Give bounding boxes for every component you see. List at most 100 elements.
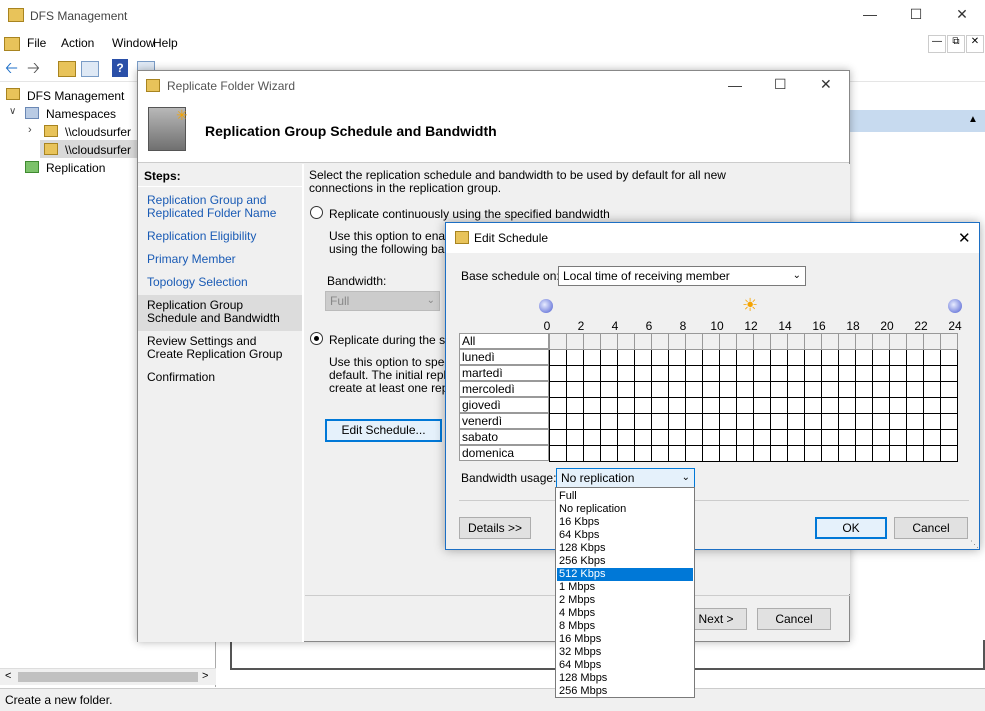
schedule-cell[interactable] bbox=[821, 445, 839, 462]
schedule-cell[interactable] bbox=[617, 349, 635, 366]
hour-column-button[interactable] bbox=[719, 333, 737, 350]
collapse-up-icon[interactable]: ▲ bbox=[968, 114, 978, 125]
schedule-cell[interactable] bbox=[855, 365, 873, 382]
schedule-cell[interactable] bbox=[549, 429, 567, 446]
hour-column-button[interactable] bbox=[821, 333, 839, 350]
bandwidth-option[interactable]: 64 Mbps bbox=[557, 659, 693, 672]
hour-column-button[interactable] bbox=[617, 333, 635, 350]
schedule-cell[interactable] bbox=[566, 397, 584, 414]
maximize-button[interactable]: ☐ bbox=[906, 6, 926, 23]
schedule-cell[interactable] bbox=[634, 349, 652, 366]
schedule-cell[interactable] bbox=[685, 397, 703, 414]
schedule-cell[interactable] bbox=[838, 349, 856, 366]
schedule-cell[interactable] bbox=[549, 349, 567, 366]
schedule-cell[interactable] bbox=[634, 381, 652, 398]
schedule-cell[interactable] bbox=[668, 365, 686, 382]
schedule-cell[interactable] bbox=[923, 413, 941, 430]
schedule-cell[interactable] bbox=[889, 349, 907, 366]
schedule-cell[interactable] bbox=[736, 349, 754, 366]
schedule-cell[interactable] bbox=[668, 381, 686, 398]
schedule-cell[interactable] bbox=[702, 381, 720, 398]
day-label[interactable]: sabato bbox=[459, 429, 549, 445]
schedule-cell[interactable] bbox=[617, 365, 635, 382]
schedule-cell[interactable] bbox=[651, 349, 669, 366]
schedule-cell[interactable] bbox=[889, 413, 907, 430]
schedule-cell[interactable] bbox=[940, 381, 958, 398]
schedule-cell[interactable] bbox=[889, 429, 907, 446]
schedule-cell[interactable] bbox=[719, 349, 737, 366]
schedule-cell[interactable] bbox=[889, 397, 907, 414]
edit-schedule-button[interactable]: Edit Schedule... bbox=[325, 419, 442, 442]
ok-button[interactable]: OK bbox=[815, 517, 887, 539]
schedule-cell[interactable] bbox=[566, 445, 584, 462]
schedule-cell[interactable] bbox=[804, 381, 822, 398]
schedule-cell[interactable] bbox=[923, 349, 941, 366]
schedule-cell[interactable] bbox=[702, 349, 720, 366]
help-icon[interactable]: ? bbox=[112, 59, 128, 77]
schedule-cell[interactable] bbox=[872, 365, 890, 382]
schedule-cell[interactable] bbox=[702, 429, 720, 446]
wizard-maximize-button[interactable]: ☐ bbox=[774, 76, 787, 93]
schedule-cell[interactable] bbox=[855, 429, 873, 446]
console-tree-icon[interactable] bbox=[81, 61, 99, 77]
schedule-cell[interactable] bbox=[702, 397, 720, 414]
schedule-cell[interactable] bbox=[838, 429, 856, 446]
bandwidth-option[interactable]: 256 Mbps bbox=[557, 685, 693, 698]
schedule-cell[interactable] bbox=[753, 429, 771, 446]
schedule-cell[interactable] bbox=[600, 365, 618, 382]
schedule-cell[interactable] bbox=[923, 445, 941, 462]
schedule-cell[interactable] bbox=[600, 381, 618, 398]
replicate-continuously-radio[interactable] bbox=[310, 206, 323, 219]
schedule-cell[interactable] bbox=[634, 429, 652, 446]
folder-up-icon[interactable] bbox=[58, 61, 76, 77]
step-topology-selection[interactable]: Topology Selection bbox=[147, 276, 248, 289]
schedule-cell[interactable] bbox=[634, 413, 652, 430]
hour-column-button[interactable] bbox=[889, 333, 907, 350]
resize-grip-icon[interactable]: ⋱ bbox=[970, 539, 979, 550]
schedule-cell[interactable] bbox=[634, 445, 652, 462]
schedule-cell[interactable] bbox=[668, 349, 686, 366]
schedule-cell[interactable] bbox=[736, 365, 754, 382]
schedule-cell[interactable] bbox=[940, 397, 958, 414]
schedule-cell[interactable] bbox=[770, 397, 788, 414]
forward-arrow-icon[interactable]: 🡢 bbox=[26, 59, 46, 79]
schedule-cell[interactable] bbox=[566, 381, 584, 398]
schedule-cell[interactable] bbox=[787, 429, 805, 446]
schedule-cell[interactable] bbox=[753, 381, 771, 398]
bandwidth-option[interactable]: 16 Kbps bbox=[557, 516, 693, 529]
hour-column-button[interactable] bbox=[838, 333, 856, 350]
schedule-cell[interactable] bbox=[770, 429, 788, 446]
mdi-restore-button[interactable]: ⧉ bbox=[947, 35, 965, 53]
schedule-cell[interactable] bbox=[549, 397, 567, 414]
wizard-close-button[interactable]: ✕ bbox=[820, 76, 832, 93]
schedule-cell[interactable] bbox=[855, 349, 873, 366]
hour-column-button[interactable] bbox=[855, 333, 873, 350]
day-label[interactable]: domenica bbox=[459, 445, 549, 461]
hour-column-button[interactable] bbox=[600, 333, 618, 350]
tree-namespace-2[interactable]: \\cloudsurfer bbox=[65, 143, 131, 157]
schedule-cell[interactable] bbox=[736, 397, 754, 414]
schedule-cell[interactable] bbox=[583, 397, 601, 414]
schedule-cell[interactable] bbox=[787, 445, 805, 462]
schedule-cell[interactable] bbox=[566, 413, 584, 430]
bandwidth-option[interactable]: 1 Mbps bbox=[557, 581, 693, 594]
schedule-cell[interactable] bbox=[787, 381, 805, 398]
bandwidth-option[interactable]: No replication bbox=[557, 503, 693, 516]
schedule-cell[interactable] bbox=[804, 397, 822, 414]
schedule-cell[interactable] bbox=[787, 365, 805, 382]
schedule-cell[interactable] bbox=[770, 445, 788, 462]
schedule-cell[interactable] bbox=[838, 445, 856, 462]
schedule-cell[interactable] bbox=[770, 381, 788, 398]
hour-column-button[interactable] bbox=[668, 333, 686, 350]
hour-column-button[interactable] bbox=[787, 333, 805, 350]
wizard-minimize-button[interactable]: — bbox=[728, 77, 742, 93]
hour-column-button[interactable] bbox=[804, 333, 822, 350]
hour-column-button[interactable] bbox=[685, 333, 703, 350]
schedule-cell[interactable] bbox=[770, 349, 788, 366]
hour-column-button[interactable] bbox=[940, 333, 958, 350]
bandwidth-option[interactable]: 256 Kbps bbox=[557, 555, 693, 568]
day-label[interactable]: martedì bbox=[459, 365, 549, 381]
schedule-cell[interactable] bbox=[549, 445, 567, 462]
bandwidth-option[interactable]: 128 Mbps bbox=[557, 672, 693, 685]
bandwidth-option[interactable]: 4 Mbps bbox=[557, 607, 693, 620]
